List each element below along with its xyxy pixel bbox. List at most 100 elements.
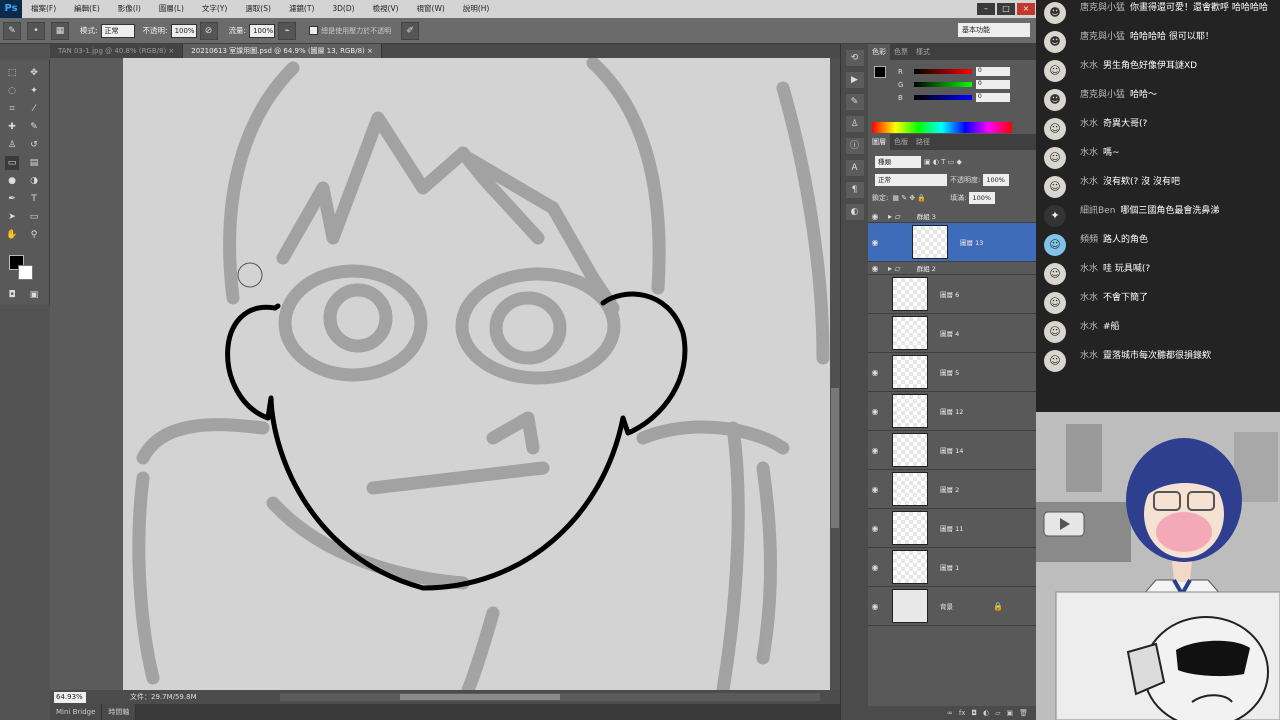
magic-wand-icon[interactable]: ✦ bbox=[27, 84, 41, 98]
adjust-icon[interactable]: ◐ bbox=[845, 204, 864, 220]
marquee-icon[interactable]: ⬚ bbox=[5, 66, 19, 80]
healing-icon[interactable]: ✚ bbox=[5, 120, 19, 134]
vertical-scroll-thumb[interactable] bbox=[831, 388, 839, 528]
eye-icon[interactable]: ◉ bbox=[868, 368, 882, 377]
link-icon[interactable]: ∞ bbox=[947, 706, 953, 720]
brush-panel-dock-icon[interactable]: ✎ bbox=[845, 94, 864, 110]
brush-preset-icon[interactable]: ✎ bbox=[3, 21, 21, 40]
layer-row[interactable]: 圖層 4 bbox=[868, 314, 1036, 353]
tab-mini-bridge[interactable]: Mini Bridge bbox=[50, 704, 103, 720]
lasso-icon[interactable]: ◌ bbox=[5, 84, 19, 98]
character-icon[interactable]: A bbox=[845, 160, 864, 176]
background-color-swatch[interactable] bbox=[18, 265, 33, 280]
layer-opacity-input[interactable]: 100% bbox=[983, 174, 1010, 186]
vertical-scrollbar[interactable] bbox=[830, 58, 840, 690]
zoom-icon[interactable]: ⚲ bbox=[27, 228, 41, 242]
brush-panel-icon[interactable]: ▦ bbox=[51, 21, 69, 40]
layer-row[interactable]: ◉ 圖層 11 bbox=[868, 509, 1036, 548]
eye-icon[interactable]: ◉ bbox=[868, 524, 882, 533]
menu-type[interactable]: 文字(Y) bbox=[193, 0, 236, 18]
layer-row[interactable]: ◉ 圖層 14 bbox=[868, 431, 1036, 470]
pressure-checkbox[interactable]: 總是使用壓力於不透明 bbox=[309, 26, 391, 36]
eye-icon[interactable]: ◉ bbox=[868, 485, 882, 494]
menu-help[interactable]: 說明(H) bbox=[454, 0, 499, 18]
menu-filter[interactable]: 濾鏡(T) bbox=[280, 0, 323, 18]
red-slider[interactable] bbox=[914, 69, 972, 74]
mode-select[interactable]: 正常 bbox=[100, 23, 135, 38]
workspace-select[interactable]: 基本功能 bbox=[958, 23, 1030, 37]
eye-icon[interactable]: ◉ bbox=[868, 602, 882, 611]
clone-source-icon[interactable]: ♙ bbox=[845, 116, 864, 132]
layer-row[interactable]: 圖層 6 bbox=[868, 275, 1036, 314]
eye-icon[interactable]: ◉ bbox=[868, 264, 882, 273]
flow-input[interactable]: 100% bbox=[249, 23, 276, 38]
menu-select[interactable]: 選取(S) bbox=[236, 0, 280, 18]
eraser-icon[interactable]: ▭ bbox=[5, 156, 19, 170]
layer-filter-select[interactable]: 種類 bbox=[875, 156, 921, 168]
doc-tab-1[interactable]: TAN 03-1.jpg @ 40.8% (RGB/8) × bbox=[50, 44, 184, 58]
layer-row[interactable]: ◉ 圖層 1 bbox=[868, 548, 1036, 587]
color-fg-swatch[interactable] bbox=[874, 66, 886, 78]
pressure-opacity-icon[interactable]: ⊘ bbox=[199, 21, 218, 40]
green-value[interactable]: 0 bbox=[976, 80, 1010, 89]
eye-icon[interactable]: ◉ bbox=[868, 563, 882, 572]
blend-mode-select[interactable]: 正常 bbox=[875, 174, 947, 186]
mask-icon[interactable]: ◘ bbox=[971, 706, 977, 720]
new-layer-icon[interactable]: ▣ bbox=[1006, 706, 1013, 720]
tab-swatches[interactable]: 色票 bbox=[890, 44, 912, 60]
doc-tab-2[interactable]: 20210613 室課用圖.psd @ 64.9% (圖層 13, RGB/8)… bbox=[183, 44, 382, 58]
layer-row[interactable]: ◉ 圖層 2 bbox=[868, 470, 1036, 509]
layer-fill-input[interactable]: 100% bbox=[969, 192, 996, 204]
path-select-icon[interactable]: ➤ bbox=[5, 210, 19, 224]
opacity-input[interactable]: 100% bbox=[170, 23, 197, 38]
move-icon[interactable]: ✥ bbox=[27, 66, 41, 80]
eye-icon[interactable]: ◉ bbox=[868, 212, 882, 221]
green-slider[interactable] bbox=[914, 82, 972, 87]
lock-icons[interactable]: ▦ ✎ ✥ 🔒 bbox=[892, 194, 926, 202]
menu-window[interactable]: 視窗(W) bbox=[408, 0, 454, 18]
eye-icon[interactable]: ◉ bbox=[868, 238, 882, 247]
tablet-pressure-icon[interactable]: ✐ bbox=[401, 21, 420, 40]
actions-icon[interactable]: ▶ bbox=[845, 72, 864, 88]
layer-row[interactable]: ◉ 圖層 5 bbox=[868, 353, 1036, 392]
minimize-button[interactable]: – bbox=[977, 3, 995, 15]
blue-value[interactable]: 0 bbox=[976, 93, 1010, 102]
tab-color[interactable]: 色彩 bbox=[868, 44, 890, 60]
paragraph-icon[interactable]: ¶ bbox=[845, 182, 864, 198]
blur-icon[interactable]: ● bbox=[5, 174, 19, 188]
hand-icon[interactable]: ✋ bbox=[5, 228, 19, 242]
menu-layer[interactable]: 圖層(L) bbox=[150, 0, 193, 18]
crop-icon[interactable]: ⌗ bbox=[5, 102, 19, 116]
shape-icon[interactable]: ▭ bbox=[27, 210, 41, 224]
eye-icon[interactable]: ◉ bbox=[868, 407, 882, 416]
menu-file[interactable]: 檔案(F) bbox=[22, 0, 65, 18]
eye-icon[interactable]: ◉ bbox=[868, 446, 882, 455]
menu-image[interactable]: 影像(I) bbox=[109, 0, 150, 18]
gradient-icon[interactable]: ▤ bbox=[27, 156, 41, 170]
pen-icon[interactable]: ✒ bbox=[5, 192, 19, 206]
tab-paths[interactable]: 路徑 bbox=[912, 134, 934, 150]
menu-3d[interactable]: 3D(D) bbox=[323, 0, 363, 18]
menu-edit[interactable]: 編輯(E) bbox=[65, 0, 109, 18]
type-icon[interactable]: T bbox=[27, 192, 41, 206]
stamp-icon[interactable]: ♙ bbox=[5, 138, 19, 152]
tab-timeline[interactable]: 時間軸 bbox=[102, 704, 137, 720]
tab-layers[interactable]: 圖層 bbox=[868, 134, 890, 150]
layer-row[interactable]: ◉ 背景 🔒 bbox=[868, 587, 1036, 626]
maximize-button[interactable]: □ bbox=[997, 3, 1015, 15]
adjustment-icon[interactable]: ◐ bbox=[983, 706, 989, 720]
blue-slider[interactable] bbox=[914, 95, 972, 100]
tab-channels[interactable]: 色版 bbox=[890, 134, 912, 150]
quick-mask-icon[interactable]: ◘ bbox=[5, 288, 19, 302]
layer-row[interactable]: ◉ 圖層 12 bbox=[868, 392, 1036, 431]
menu-view[interactable]: 檢視(V) bbox=[364, 0, 408, 18]
airbrush-icon[interactable]: ⌁ bbox=[278, 21, 297, 40]
trash-icon[interactable]: 🗑 bbox=[1019, 706, 1028, 720]
horizontal-scrollbar[interactable] bbox=[280, 693, 820, 701]
layer-group[interactable]: ◉ ▸ ▱ 群組 3 bbox=[868, 210, 1036, 223]
eyedropper-icon[interactable]: ⁄ bbox=[27, 102, 41, 116]
red-value[interactable]: 0 bbox=[976, 67, 1010, 76]
brush-size-icon[interactable]: • bbox=[27, 21, 45, 40]
history-brush-icon[interactable]: ↺ bbox=[27, 138, 41, 152]
fx-icon[interactable]: fx bbox=[959, 706, 966, 720]
